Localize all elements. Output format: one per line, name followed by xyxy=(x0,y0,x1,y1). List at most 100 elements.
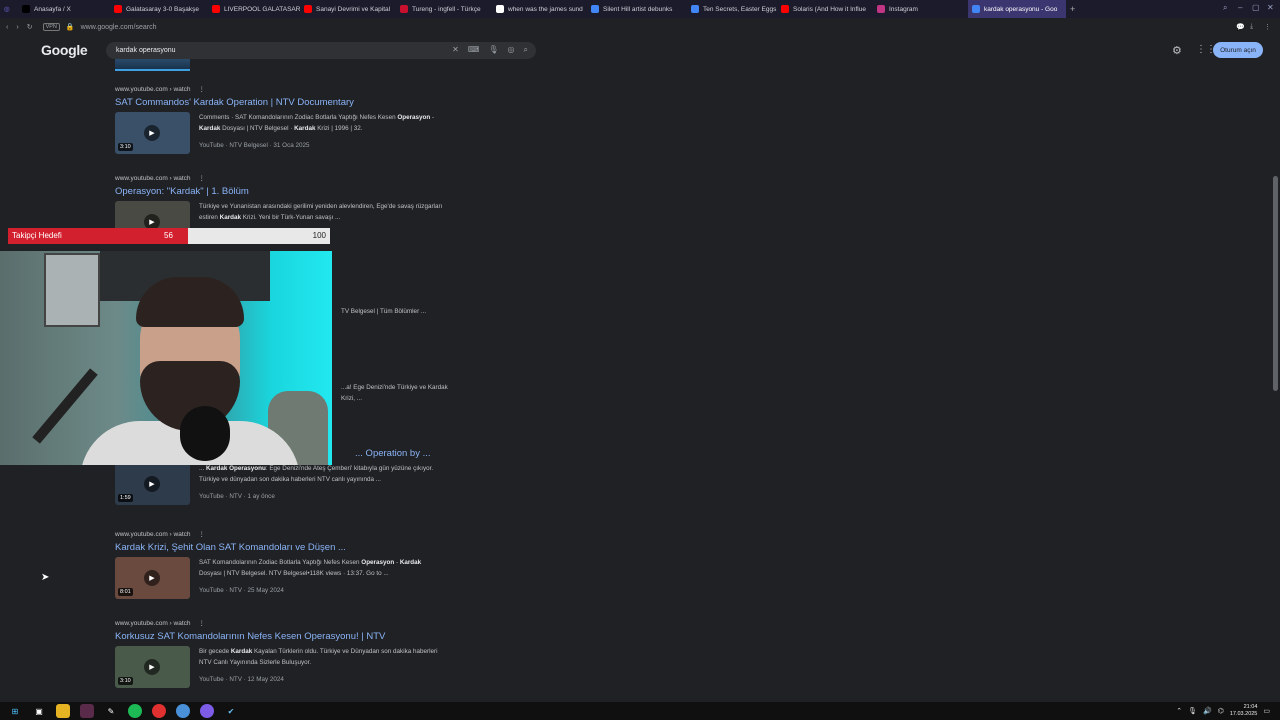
task-view-icon[interactable]: ▣ xyxy=(32,704,46,718)
webcam-poster xyxy=(44,253,100,327)
scrollbar-thumb[interactable] xyxy=(1273,176,1278,391)
result-title-link[interactable]: SAT Commandos' Kardak Operation | NTV Do… xyxy=(115,97,455,108)
sign-in-button[interactable]: Oturum açın xyxy=(1213,42,1263,58)
tray-network-icon[interactable]: ⌬ xyxy=(1218,707,1224,715)
tray-mic-icon[interactable]: 🎙 xyxy=(1188,707,1197,715)
video-duration: 3:10 xyxy=(118,143,133,151)
mic-icon[interactable]: 🎙 xyxy=(488,45,498,55)
lock-icon: 🔒 xyxy=(65,24,75,31)
result-body: ▶ 8:01 SAT Komandolarının Zodiac Botlarla … xyxy=(115,557,455,599)
minimize-icon[interactable]: – xyxy=(1238,3,1242,12)
lens-icon[interactable]: ◎ xyxy=(508,45,515,55)
result-url[interactable]: www.youtube.com › watch ⋮ xyxy=(115,174,455,184)
result-meta: YouTube · NTV · 25 May 2024 xyxy=(199,587,284,594)
tab-favicon-icon xyxy=(591,5,599,13)
browser-tab[interactable]: Silent Hill artist debunks xyxy=(587,0,687,18)
webcam-overlay xyxy=(0,251,332,465)
google-logo[interactable]: Google xyxy=(41,42,88,58)
clock-date: 17.03.2025 xyxy=(1229,711,1258,717)
tab-favicon-icon xyxy=(212,5,220,13)
chat-icon[interactable]: 💬 xyxy=(1236,23,1245,31)
follower-goal-current: 56 xyxy=(164,231,173,240)
file-explorer-icon[interactable] xyxy=(56,704,70,718)
result-video-thumbnail[interactable]: ▶ 3:10 xyxy=(115,646,190,688)
tab-label: LIVERPOOL GALATASARA xyxy=(224,5,300,13)
result-video-thumbnail[interactable]: ▶ 1:59 xyxy=(115,463,190,505)
browser-tab[interactable]: when was the james sund xyxy=(492,0,587,18)
result-url[interactable]: www.youtube.com › watch ⋮ xyxy=(115,619,455,629)
tab-favicon-icon xyxy=(114,5,122,13)
spotify-icon[interactable] xyxy=(128,704,142,718)
browser-tab[interactable]: Instagram xyxy=(873,0,968,18)
new-tab-button[interactable]: + xyxy=(1066,0,1081,18)
search-query[interactable]: kardak operasyonu xyxy=(116,47,176,54)
start-icon[interactable]: ⊞ xyxy=(8,704,22,718)
address-bar: ‹ › ↻ VPN 🔒 www.google.com/search 💬 ⤓ ⋮ xyxy=(0,18,1280,36)
clock[interactable]: 21:04 17.03.2025 xyxy=(1230,704,1258,718)
browser-tab[interactable]: kardak operasyonu - Goo xyxy=(968,0,1066,18)
notepad-icon[interactable]: ✎ xyxy=(104,704,118,718)
result-title-link[interactable]: Kardak Krizi, Şehit Olan SAT Komandoları… xyxy=(115,542,455,553)
tab-label: Tureng - ingfell - Türkçe xyxy=(412,5,481,13)
browser-tab[interactable]: LIVERPOOL GALATASARA xyxy=(208,0,300,18)
search-result: www.youtube.com › watch ⋮ SAT Commandos' K… xyxy=(115,85,455,154)
settings-gear-icon[interactable]: ⚙ xyxy=(1172,44,1182,57)
tray-chevron-icon[interactable]: ⌃ xyxy=(1176,707,1182,715)
tab-favicon-icon xyxy=(304,5,312,13)
browser-tab[interactable]: Tureng - ingfell - Türkçe xyxy=(396,0,492,18)
tab-favicon-icon xyxy=(691,5,699,13)
result-more-icon[interactable]: ⋮ xyxy=(199,175,206,182)
result-title-link[interactable]: ... Operation by ... xyxy=(355,448,455,459)
forward-icon[interactable]: › xyxy=(16,24,18,31)
tab-label: Instagram xyxy=(889,5,918,13)
browser-tab[interactable]: Sanayi Devrimi ve Kapital xyxy=(300,0,396,18)
menu-icon[interactable]: ⋮ xyxy=(1264,23,1271,31)
search-tabs-icon[interactable]: ⌕ xyxy=(1223,3,1227,13)
tab-label: Ten Secrets, Easter Eggs xyxy=(703,5,777,13)
record-icon[interactable] xyxy=(152,704,166,718)
browser-tab[interactable]: Anasayfa / X xyxy=(18,0,110,18)
result-video-thumbnail[interactable]: ▶ 8:01 xyxy=(115,557,190,599)
obs-icon[interactable] xyxy=(200,704,214,718)
result-title-link[interactable]: Korkusuz SAT Komandolarının Nefes Kesen … xyxy=(115,631,455,642)
keyboard-icon[interactable]: ⌨ xyxy=(468,45,480,55)
result-url[interactable]: www.youtube.com › watch ⋮ xyxy=(115,85,455,95)
tab-label: Silent Hill artist debunks xyxy=(603,5,673,13)
result-body: ▶ 3:10 Comments · SAT Komandolarının Zodia… xyxy=(115,112,455,154)
back-icon[interactable]: ‹ xyxy=(6,24,8,31)
result-more-icon[interactable]: ⋮ xyxy=(199,531,206,538)
url-field[interactable]: www.google.com/search xyxy=(81,24,157,31)
vpn-badge[interactable]: VPN xyxy=(42,23,60,31)
result-video-thumbnail[interactable]: ▶ 3:10 xyxy=(115,112,190,154)
browser-tab-bar: ◎ Anasayfa / X Galatasaray 3-0 Başakşe LIV… xyxy=(0,0,1280,18)
browser-taskbar-icon[interactable] xyxy=(80,704,94,718)
browser-tab[interactable]: Galatasaray 3-0 Başakşe xyxy=(110,0,208,18)
play-icon: ▶ xyxy=(144,570,160,586)
chrome-icon[interactable] xyxy=(176,704,190,718)
system-tray: ⌃ 🎙 🔊 ⌬ 21:04 17.03.2025 ▭ xyxy=(1176,704,1270,718)
result-title-link[interactable]: Operasyon: "Kardak" | 1. Bölüm xyxy=(115,186,455,197)
result-snippet: Comments · SAT Komandolarının Zodiac Bot… xyxy=(199,114,435,132)
maximize-icon[interactable]: ▢ xyxy=(1252,3,1260,12)
notification-icon[interactable]: ▭ xyxy=(1263,707,1270,715)
result-text: ... Kardak Operasyonu: Ege Denizi'nde At… xyxy=(199,463,444,505)
result-more-icon[interactable]: ⋮ xyxy=(199,620,206,627)
browser-tab[interactable]: Solaris (And How it Influe xyxy=(777,0,873,18)
download-icon[interactable]: ⤓ xyxy=(1250,23,1253,31)
result-more-icon[interactable]: ⋮ xyxy=(199,86,206,93)
steam-icon[interactable]: ✔ xyxy=(224,704,238,718)
tab-label: Sanayi Devrimi ve Kapital xyxy=(316,5,391,13)
tab-favicon-icon xyxy=(972,5,980,13)
tray-volume-icon[interactable]: 🔊 xyxy=(1203,707,1212,715)
clear-icon[interactable]: ✕ xyxy=(452,45,459,55)
video-duration: 8:01 xyxy=(118,588,133,596)
browser-menu-icon[interactable]: ◎ xyxy=(0,0,18,18)
previous-result-thumbnail[interactable] xyxy=(115,59,190,71)
search-icon[interactable]: ⌕ xyxy=(524,45,528,55)
close-window-icon[interactable]: ✕ xyxy=(1267,3,1274,12)
search-input[interactable]: kardak operasyonu ✕ ⌨ 🎙 ◎ ⌕ xyxy=(106,42,536,59)
tab-label: Anasayfa / X xyxy=(34,5,71,13)
result-url[interactable]: www.youtube.com › watch ⋮ xyxy=(115,530,455,540)
browser-tab[interactable]: Ten Secrets, Easter Eggs xyxy=(687,0,777,18)
reload-icon[interactable]: ↻ xyxy=(27,23,33,31)
